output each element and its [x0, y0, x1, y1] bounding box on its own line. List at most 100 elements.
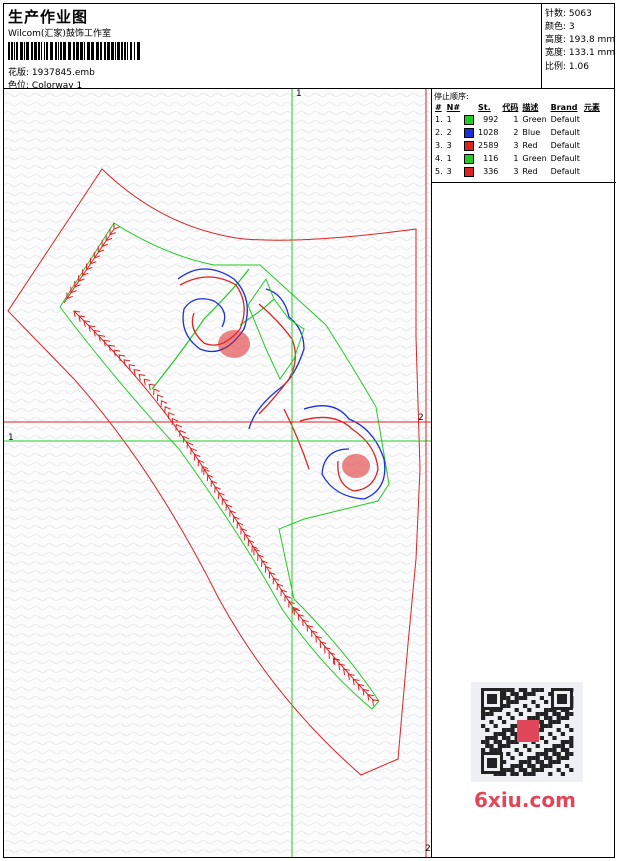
- row-code: 3: [513, 141, 519, 150]
- qr-module: [523, 704, 528, 708]
- qr-module: [481, 748, 486, 752]
- qr-module: [523, 688, 528, 692]
- barcode-bar: [16, 42, 18, 60]
- qr-module: [523, 692, 528, 696]
- barcode-bar: [104, 42, 106, 60]
- qr-module: [510, 732, 515, 736]
- qr-module: [548, 760, 553, 764]
- qr-module: [539, 712, 544, 716]
- row-stitches: 2589: [478, 141, 499, 150]
- qr-module: [489, 720, 494, 724]
- qr-module: [552, 752, 557, 756]
- stat-height: 高度: 193.8 mm: [545, 35, 616, 45]
- qr-module: [506, 688, 511, 692]
- qr-module: [556, 760, 561, 764]
- stat-stitches: 针数: 5063: [545, 9, 592, 19]
- qr-module: [560, 744, 565, 748]
- barcode-bar: [137, 42, 140, 60]
- qr-module: [493, 740, 498, 744]
- stat-width: 宽度: 133.1 mm: [545, 48, 616, 58]
- qr-module: [552, 748, 557, 752]
- qr-module: [548, 748, 553, 752]
- qr-module: [539, 720, 544, 724]
- qr-module: [531, 692, 536, 696]
- qr-module: [535, 688, 540, 692]
- barcode: [8, 42, 140, 60]
- qr-module: [539, 768, 544, 772]
- side-divider: [432, 182, 616, 183]
- design-canvas: 1 1 2 2: [4, 89, 431, 857]
- table-row: 4. 1 116 1 Green Default: [433, 152, 602, 165]
- barcode-bar: [46, 42, 48, 60]
- qr-module: [510, 724, 515, 728]
- table-row: 1. 1 992 1 Green Default: [433, 113, 602, 126]
- qr-module: [560, 716, 565, 720]
- qr-module: [548, 772, 553, 776]
- qr-module: [527, 692, 532, 696]
- qr-module: [544, 708, 549, 712]
- row-needle: 3: [446, 141, 452, 150]
- barcode-bar: [76, 42, 79, 60]
- col-swatch: [462, 101, 476, 113]
- qr-module: [565, 712, 570, 716]
- qr-module: [510, 764, 515, 768]
- qr-module: [517, 720, 539, 742]
- qr-module: [527, 748, 532, 752]
- studio-name: Wilcom(汇家)鼓饰工作室: [8, 29, 111, 39]
- barcode-bar: [63, 42, 66, 60]
- qr-module: [560, 772, 565, 776]
- qr-module: [544, 724, 549, 728]
- qr-module: [502, 736, 507, 740]
- barcode-bar: [134, 42, 135, 60]
- barcode-bar: [44, 42, 45, 60]
- file-label: 花版:: [8, 68, 30, 78]
- qr-module: [493, 736, 498, 740]
- qr-module: [552, 760, 557, 764]
- qr-module: [535, 768, 540, 772]
- stop-sequence-table: # N# St. 代码 描述 Brand 元素 1. 1 992 1 Green Defa…: [433, 101, 602, 178]
- qr-module: [569, 728, 574, 732]
- qr-module: [557, 694, 567, 704]
- qr-module: [493, 748, 498, 752]
- row-number: 4.: [435, 154, 443, 163]
- qr-module: [518, 760, 523, 764]
- barcode-bar: [130, 42, 132, 60]
- row-description: Green: [522, 115, 547, 124]
- color-swatch: [464, 140, 475, 151]
- qr-module: [481, 724, 486, 728]
- qr-module: [539, 736, 544, 740]
- row-swatch: [462, 139, 476, 152]
- qr-module: [535, 760, 540, 764]
- barcode-bar: [87, 42, 90, 60]
- qr-module: [565, 748, 570, 752]
- qr-module: [527, 708, 532, 712]
- qr-module: [510, 716, 515, 720]
- qr-module: [556, 744, 561, 748]
- qr-module: [489, 736, 494, 740]
- qr-module: [497, 744, 502, 748]
- qr-module: [548, 756, 553, 760]
- qr-module: [548, 716, 553, 720]
- qr-module: [560, 748, 565, 752]
- qr-module: [535, 712, 540, 716]
- table-row: 5. 3 336 3 Red Default: [433, 165, 602, 178]
- qr-module: [489, 748, 494, 752]
- barcode-bar: [11, 42, 13, 60]
- barcode-bar: [26, 42, 29, 60]
- row-number: 5.: [435, 167, 443, 176]
- qr-module: [506, 736, 511, 740]
- barcode-bar: [68, 42, 71, 60]
- barcode-bar: [124, 42, 126, 60]
- qr-module: [565, 716, 570, 720]
- axis-label-top: 1: [296, 89, 302, 99]
- barcode-bar: [60, 42, 62, 60]
- qr-module: [548, 720, 553, 724]
- qr-module: [510, 768, 515, 772]
- file-line: 花版: 1937845.emb: [8, 65, 95, 78]
- row-description: Red: [522, 141, 538, 150]
- qr-module: [510, 692, 515, 696]
- qr-module: [569, 736, 574, 740]
- qr-module: [493, 732, 498, 736]
- qr-module: [518, 688, 523, 692]
- barcode-bar: [107, 42, 110, 60]
